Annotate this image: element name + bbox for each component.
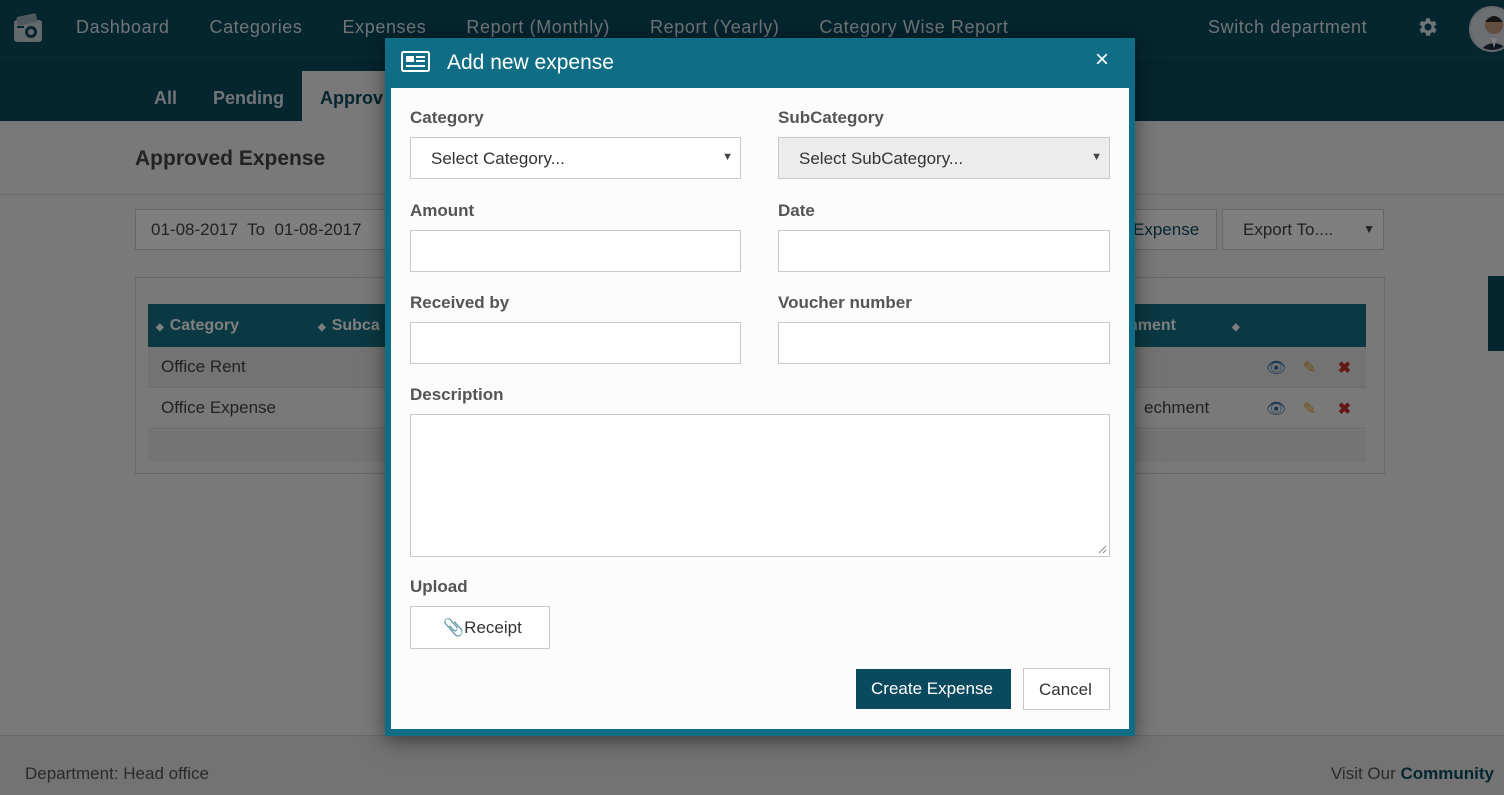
- received-by-label: Received by: [410, 293, 510, 312]
- description-label: Description: [410, 385, 504, 404]
- received-by-field[interactable]: [410, 322, 741, 364]
- amount-field[interactable]: [410, 230, 741, 272]
- resize-grip-icon[interactable]: [1098, 545, 1107, 554]
- cancel-button[interactable]: Cancel: [1023, 668, 1110, 710]
- close-icon[interactable]: ×: [1095, 48, 1109, 72]
- category-label: Category: [410, 108, 484, 127]
- date-label: Date: [778, 201, 815, 220]
- modal-body: Category Select Category... ▼ SubCategor…: [391, 88, 1129, 729]
- modal-title: Add new expense: [447, 51, 614, 74]
- amount-label: Amount: [410, 201, 475, 220]
- modal-header: Add new expense ×: [385, 38, 1135, 88]
- description-textarea[interactable]: [410, 414, 1110, 557]
- caret-down-icon: ▼: [722, 151, 733, 163]
- category-select-value: Select Category...: [431, 149, 565, 168]
- upload-label: Upload: [410, 577, 468, 596]
- subcategory-label: SubCategory: [778, 108, 884, 127]
- create-expense-button[interactable]: Create Expense: [856, 669, 1011, 709]
- receipt-label: Receipt: [464, 618, 522, 637]
- upload-receipt-button[interactable]: 📎Receipt: [410, 606, 550, 649]
- voucher-number-field[interactable]: [778, 322, 1110, 364]
- category-select[interactable]: Select Category... ▼: [410, 137, 741, 179]
- paperclip-icon: 📎: [443, 618, 465, 637]
- date-field[interactable]: [778, 230, 1110, 272]
- add-expense-modal: Add new expense × Category Select Catego…: [385, 38, 1135, 736]
- subcategory-select[interactable]: Select SubCategory... ▼: [778, 137, 1110, 179]
- subcategory-select-value: Select SubCategory...: [799, 149, 964, 168]
- voucher-number-label: Voucher number: [778, 293, 912, 312]
- caret-down-icon: ▼: [1091, 151, 1102, 163]
- newspaper-icon: [401, 51, 430, 72]
